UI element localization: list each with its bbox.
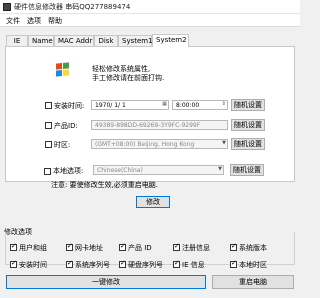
- menu-options[interactable]: 选项: [27, 16, 41, 26]
- timezone-value: (GMT+08:00) Beijing, Hong Kong: [95, 141, 195, 148]
- product-id-input[interactable]: 49389-898DD-69269-3Y9FC-9299F: [91, 120, 228, 130]
- modify-all-button[interactable]: 一键修改: [6, 275, 206, 289]
- info-text: 轻松修改系统属性, 手工修改请在前面打钩.: [92, 65, 164, 83]
- product-id-checkbox[interactable]: [45, 122, 52, 129]
- locale-select[interactable]: Chinese(China) ▼: [93, 165, 224, 175]
- product-id-label: 产品ID:: [54, 122, 78, 130]
- system2-panel: 轻松修改系统属性, 手工修改请在前面打钩. 安装时间: 1970/ 1/ 1 ▦…: [5, 46, 295, 182]
- option-registration-label: 注册信息: [182, 244, 210, 252]
- restart-button[interactable]: 重启电脑: [212, 275, 294, 289]
- locale-label: 本地选项:: [53, 167, 84, 175]
- install-time-value: 8:00:00: [176, 102, 200, 109]
- locale-value: Chinese(China): [97, 167, 143, 174]
- timezone-random-button[interactable]: 随机设置: [231, 138, 265, 150]
- install-date-picker[interactable]: 1970/ 1/ 1 ▦: [91, 100, 169, 110]
- option-disk-serial-checkbox[interactable]: [119, 259, 126, 268]
- option-local-timezone-checkbox[interactable]: [230, 259, 237, 268]
- option-system-version-label: 系统版本: [239, 244, 267, 252]
- info-line-2: 手工修改请在前面打钩.: [92, 74, 165, 82]
- menu-bar: 文件 选项 帮助: [0, 14, 300, 27]
- time-spin-icon[interactable]: ⇕: [222, 101, 226, 107]
- info-line-1: 轻松修改系统属性,: [92, 65, 151, 73]
- install-time-checkbox[interactable]: [45, 102, 52, 109]
- product-id-random-button[interactable]: 随机设置: [231, 119, 265, 131]
- install-time-label: 安装时间:: [54, 102, 85, 110]
- option-product-id-checkbox[interactable]: [119, 242, 126, 251]
- option-local-timezone-label: 本地时区: [239, 261, 267, 269]
- menu-help[interactable]: 帮助: [48, 16, 62, 26]
- timezone-label: 时区:: [54, 141, 71, 149]
- option-install-time-label: 安装时间: [19, 261, 47, 269]
- option-system-version-checkbox[interactable]: [230, 242, 237, 251]
- timezone-dropdown-icon[interactable]: ▼: [222, 140, 226, 146]
- install-time-spinner[interactable]: 8:00:00 ⇕: [172, 100, 228, 110]
- option-users-groups-checkbox[interactable]: [10, 242, 17, 251]
- restart-note: 注意: 要使修改生效,必须重启电脑.: [51, 181, 159, 189]
- locale-checkbox[interactable]: [44, 168, 51, 175]
- option-mac-address-label: 网卡地址: [75, 244, 103, 252]
- option-users-groups-label: 用户和组: [19, 244, 47, 252]
- timezone-checkbox[interactable]: [45, 141, 52, 148]
- title-bar: 硬件信息修改器 串码QQ277889474: [0, 0, 300, 14]
- install-date-value: 1970/ 1/ 1: [95, 102, 126, 109]
- app-icon: [3, 3, 11, 11]
- option-ie-info-checkbox[interactable]: [173, 259, 180, 268]
- windows-logo-icon: [56, 62, 69, 77]
- option-ie-info-label: IE 信息: [182, 261, 205, 269]
- option-system-serial-label: 系统序列号: [75, 261, 110, 269]
- window-title: 硬件信息修改器 串码QQ277889474: [14, 3, 131, 11]
- option-mac-address-checkbox[interactable]: [66, 242, 73, 251]
- menu-file[interactable]: 文件: [6, 16, 20, 26]
- date-dropdown-icon[interactable]: ▦: [162, 101, 167, 107]
- option-registration-checkbox[interactable]: [173, 242, 180, 251]
- locale-dropdown-icon[interactable]: ▼: [218, 166, 222, 172]
- install-time-random-button[interactable]: 随机设置: [231, 99, 265, 111]
- option-product-id-label: 产品 ID: [128, 244, 152, 252]
- timezone-select[interactable]: (GMT+08:00) Beijing, Hong Kong ▼: [91, 139, 228, 149]
- option-system-serial-checkbox[interactable]: [66, 259, 73, 268]
- option-disk-serial-label: 硬盘序列号: [128, 261, 163, 269]
- locale-random-button[interactable]: 随机设置: [230, 164, 264, 176]
- option-install-time-checkbox[interactable]: [10, 259, 17, 268]
- modify-button[interactable]: 修改: [136, 196, 170, 208]
- tab-system2[interactable]: System2: [152, 34, 189, 47]
